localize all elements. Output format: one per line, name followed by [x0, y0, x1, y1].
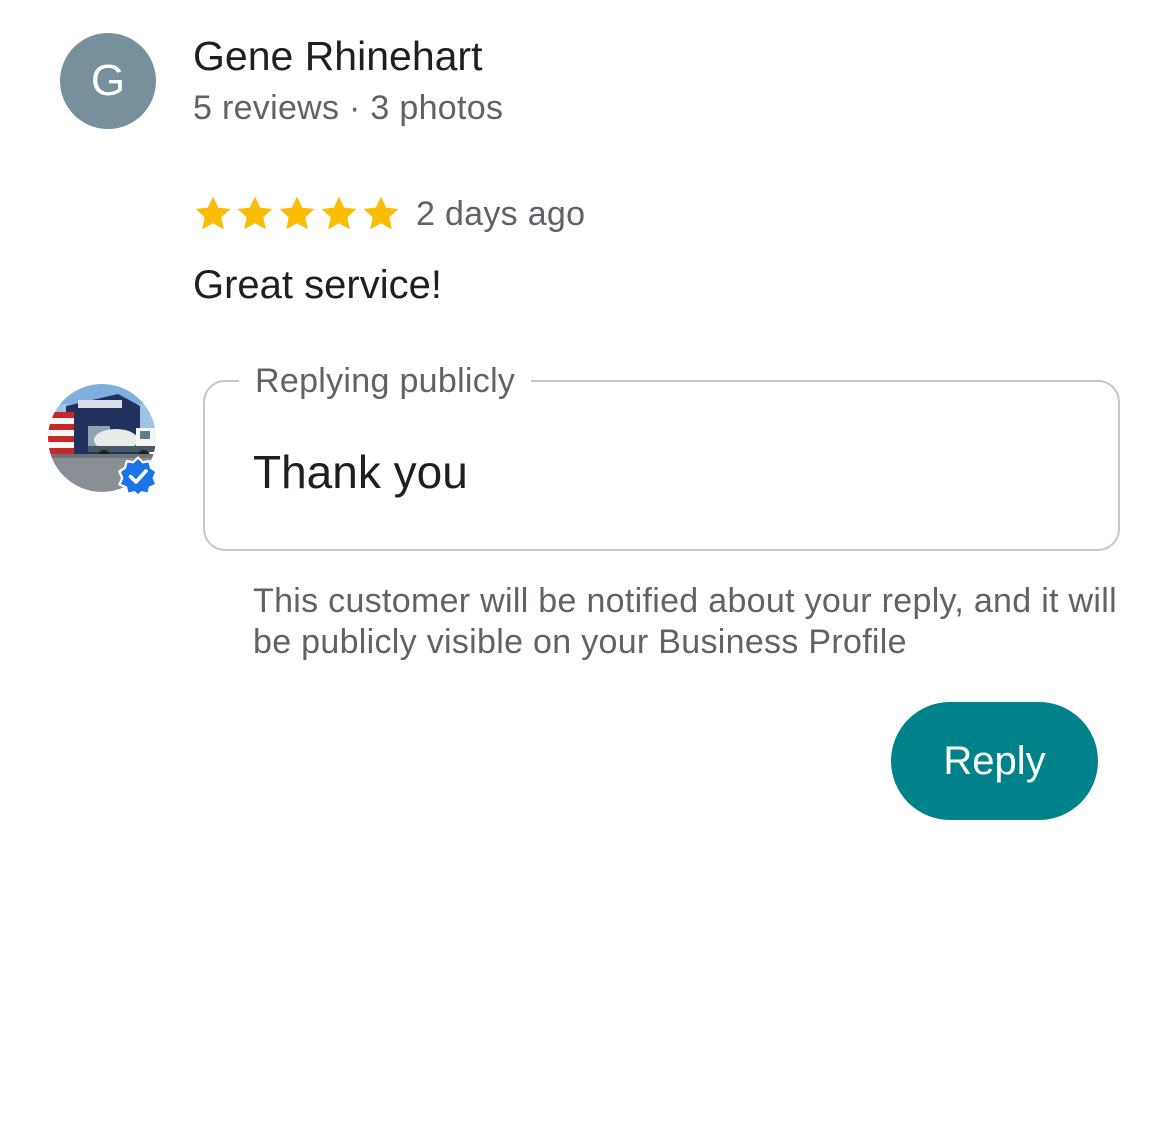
- star-rating: [193, 194, 403, 234]
- reply-button[interactable]: Reply: [891, 702, 1098, 820]
- reply-text-field[interactable]: Replying publicly: [203, 361, 1120, 551]
- star-icon: [363, 196, 399, 230]
- star-icon: [195, 196, 231, 230]
- reply-input[interactable]: [253, 442, 1073, 502]
- reviewer-initial: G: [90, 56, 126, 105]
- reply-disclaimer: This customer will be notified about you…: [253, 582, 1117, 661]
- verified-check-icon: [118, 456, 158, 496]
- reply-field-label: Replying publicly: [239, 361, 532, 401]
- rating-row: 2 days ago: [193, 192, 585, 236]
- reviewer-name[interactable]: Gene Rhinehart: [193, 33, 482, 79]
- review-text: Great service!: [193, 263, 442, 307]
- star-icon: [237, 196, 273, 230]
- star-icon: [321, 196, 357, 230]
- review-date: 2 days ago: [416, 194, 586, 233]
- business-avatar: [48, 384, 158, 496]
- reviewer-avatar[interactable]: G: [60, 33, 156, 129]
- reviewer-meta: 5 reviews · 3 photos: [193, 89, 504, 127]
- star-icon: [279, 196, 315, 230]
